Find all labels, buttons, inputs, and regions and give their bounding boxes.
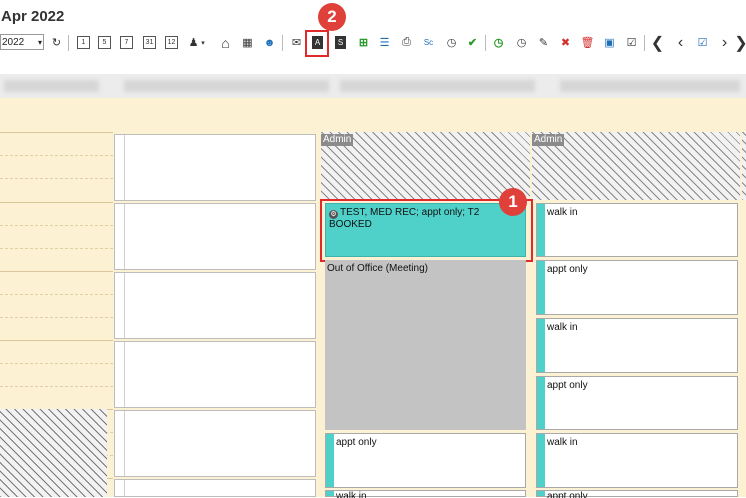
page-title: Apr 2022 (1, 8, 65, 25)
toolbar-separator (644, 35, 645, 51)
document-icon[interactable]: ☰ (377, 35, 392, 50)
empty-slot[interactable] (114, 341, 316, 408)
appointment-slot[interactable]: appt only (536, 260, 738, 315)
badge-1-label: 1 (508, 192, 518, 211)
time-divider (0, 225, 113, 226)
empty-slot[interactable] (114, 410, 316, 477)
month-31-icon[interactable]: 31 (143, 36, 156, 49)
first-icon[interactable]: ❮ (650, 35, 665, 52)
appointment-label: appt only (547, 264, 588, 275)
appointment-label: walk in (547, 207, 578, 218)
sc-icon[interactable]: Sc (421, 35, 436, 50)
toolbar-separator (68, 35, 69, 51)
blurred-label (124, 80, 329, 92)
time-divider (0, 132, 113, 133)
time-divider (0, 363, 113, 364)
out-of-office-block[interactable]: Out of Office (Meeting) (325, 260, 526, 430)
blurred-label (4, 80, 99, 92)
unavailable-block (0, 409, 107, 497)
toolbar-separator (282, 35, 283, 51)
column-header-admin: Admin (532, 134, 565, 146)
highlight-box-a-icon (305, 30, 329, 57)
toolbar-separator (485, 35, 486, 51)
empty-slot[interactable] (114, 272, 316, 339)
last-icon[interactable]: ❯ (734, 35, 746, 52)
time-divider (0, 317, 113, 318)
day-7-icon[interactable]: 7 (120, 36, 133, 49)
s-icon[interactable]: S (335, 36, 346, 49)
appointment-label: appt only (547, 380, 588, 391)
clock-icon[interactable]: ◷ (514, 35, 529, 50)
appointment-slot[interactable]: walk in (536, 203, 738, 257)
day-1-icon[interactable]: 1 (77, 36, 90, 49)
clock-icon[interactable]: ◷ (444, 35, 459, 50)
note-icon[interactable]: ☑ (624, 35, 639, 50)
year-select[interactable]: 2022 ▾ (0, 34, 44, 50)
calendar-check-icon[interactable]: ☑ (695, 35, 710, 50)
appointment-slot[interactable]: walk in (536, 433, 738, 488)
appointment-label: appt only (336, 437, 377, 448)
empty-slot[interactable] (114, 479, 316, 497)
provider-dropdown-icon[interactable]: ▾ (199, 35, 207, 50)
month-31-label: 31 (145, 39, 154, 46)
month-12-label: 12 (167, 39, 176, 46)
badge-2-label: 2 (327, 7, 337, 26)
prev-icon[interactable]: ‹ (673, 34, 688, 51)
chevron-down-icon: ▾ (37, 38, 42, 47)
time-divider (0, 178, 113, 179)
s-letter: S (337, 38, 344, 47)
home-icon[interactable]: ⌂ (218, 35, 233, 51)
annotation-badge-2: 2 (318, 3, 346, 31)
time-divider (0, 386, 113, 387)
day-5-label: 5 (102, 39, 107, 46)
blurred-label (560, 80, 740, 92)
time-divider (0, 155, 113, 156)
appointment-slot[interactable]: walk in (536, 318, 738, 373)
year-value: 2022 (2, 37, 25, 48)
refresh-icon[interactable]: ↻ (49, 35, 64, 50)
month-12-icon[interactable]: 12 (165, 36, 178, 49)
time-divider (0, 202, 113, 203)
clock-check-icon[interactable]: ✔ (465, 35, 480, 50)
next-icon[interactable]: › (717, 34, 732, 51)
appointment-slot[interactable]: appt only (536, 490, 738, 498)
annotation-badge-1: 1 (499, 188, 527, 216)
grid-icon[interactable]: ▦ (240, 35, 255, 50)
day-5-icon[interactable]: 5 (98, 36, 111, 49)
clock-delete-icon[interactable]: ✖ (558, 35, 573, 50)
mail-icon[interactable]: ✉ (289, 35, 304, 50)
trash-icon[interactable]: 🗑 (580, 35, 595, 50)
edit-icon[interactable]: ✎ (536, 35, 551, 50)
appointment-slot[interactable]: appt only (325, 433, 526, 488)
add-icon[interactable]: ⊞ (356, 35, 371, 50)
appointment-label: walk in (547, 322, 578, 333)
empty-slot[interactable] (114, 134, 316, 201)
calendar-icon[interactable]: ▣ (602, 35, 617, 50)
time-divider (0, 248, 113, 249)
appointment-slot[interactable]: appt only (536, 376, 738, 430)
out-of-office-label: Out of Office (Meeting) (327, 263, 428, 274)
blurred-label (340, 80, 535, 92)
appointment-slot[interactable]: walk in (325, 490, 526, 498)
day-7-label: 7 (124, 39, 129, 46)
print-icon[interactable]: ⎙ (399, 35, 414, 50)
time-divider (0, 294, 113, 295)
time-divider (0, 271, 113, 272)
clock-add-icon[interactable]: ◷ (491, 35, 506, 50)
time-divider (0, 340, 113, 341)
empty-slot[interactable] (114, 203, 316, 270)
day-1-label: 1 (81, 39, 86, 46)
appointment-label: walk in (547, 437, 578, 448)
users-icon[interactable]: ☻ (262, 35, 277, 50)
admin-block (742, 132, 746, 200)
column-header-admin: Admin (321, 134, 354, 146)
